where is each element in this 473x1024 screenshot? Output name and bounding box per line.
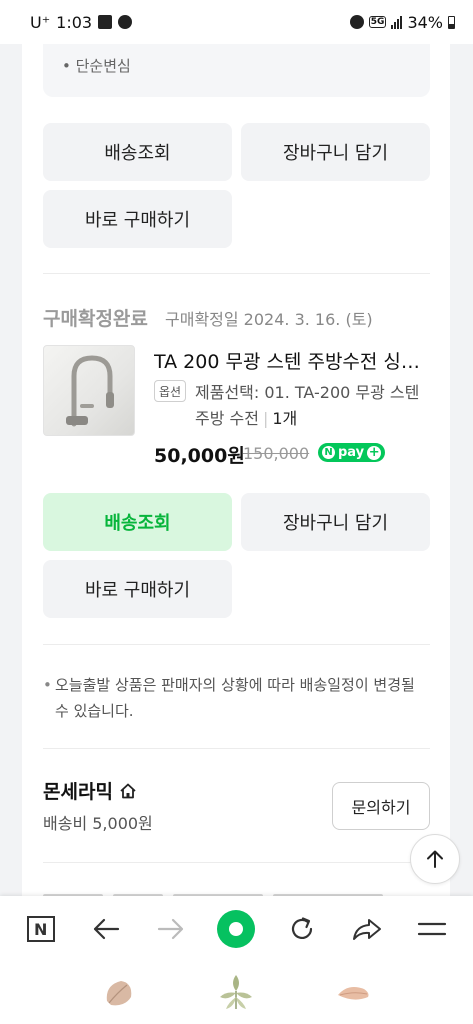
buy-now-button[interactable]: 바로 구매하기 [43, 190, 232, 248]
green-dot-icon [217, 910, 256, 948]
gallery-icon [98, 15, 113, 29]
plus-icon: + [367, 445, 382, 460]
reload-icon [291, 917, 312, 940]
divider [43, 644, 430, 645]
home-leaf-icon[interactable] [216, 973, 256, 1013]
menu-button[interactable] [407, 904, 457, 954]
chat-icon [118, 15, 133, 29]
original-price: 150,000 [243, 444, 310, 463]
shipping-notice: 오늘출발 상품은 판매자의 상황에 따라 배송일정이 변경될 수 있습니다. [43, 672, 433, 724]
divider [43, 273, 430, 274]
browser-toolbar: N [0, 896, 473, 962]
track-delivery-button[interactable]: 배송조회 [43, 123, 232, 181]
faucet-image [66, 355, 114, 427]
menu-icon [418, 922, 447, 936]
buy-now-button[interactable]: 바로 구매하기 [43, 560, 232, 618]
reason-bullet: • 단순변심 [62, 57, 131, 75]
product-title[interactable]: TA 200 무광 스텐 주방수전 싱크대 [154, 347, 434, 374]
option-tag: 옵션 [154, 380, 186, 402]
arrow-left-icon [93, 918, 120, 940]
order-confirm-date: 구매확정일 2024. 3. 16. (토) [165, 310, 373, 329]
naver-home-button[interactable]: N [16, 904, 66, 954]
battery-percent: 34% [407, 12, 443, 32]
recent-apps-leaf-icon[interactable] [99, 973, 139, 1013]
npay-plus-badge: Npay + [318, 443, 386, 462]
clock: 1:03 [56, 12, 93, 32]
back-button[interactable] [81, 904, 131, 954]
forward-button[interactable] [146, 904, 196, 954]
product-thumbnail[interactable] [43, 345, 135, 436]
add-to-cart-button[interactable]: 장바구니 담기 [241, 493, 430, 551]
battery-icon [448, 15, 455, 29]
green-dot-button[interactable] [211, 904, 261, 954]
naver-n-icon: N [26, 916, 55, 942]
system-navigation-bar [0, 962, 473, 1024]
store-name[interactable]: 몬세라믹 [43, 777, 137, 804]
alarm-icon [349, 15, 364, 29]
arrow-up-icon [427, 850, 443, 868]
network-badge: 5G [368, 16, 387, 28]
share-icon [353, 919, 382, 940]
shipping-fee: 배송비 5,000원 [43, 814, 153, 833]
order-status: 구매확정완료 [43, 308, 148, 330]
carrier-label: U⁺ [30, 12, 51, 32]
track-delivery-button[interactable]: 배송조회 [43, 493, 232, 551]
status-bar: U⁺ 1:03 5G 34% [0, 0, 473, 44]
divider [43, 862, 430, 863]
cut-off-row [43, 887, 403, 902]
inquiry-button[interactable]: 문의하기 [332, 782, 430, 830]
add-to-cart-button[interactable]: 장바구니 담기 [241, 123, 430, 181]
scroll-to-top-button[interactable] [410, 834, 460, 884]
price: 50,000원 [154, 445, 245, 467]
share-button[interactable] [342, 904, 392, 954]
naver-n-icon: N [322, 446, 335, 459]
signal-icon [391, 15, 403, 29]
quantity: 1개 [272, 409, 298, 428]
arrow-right-icon [158, 918, 184, 940]
divider [43, 748, 430, 749]
reload-button[interactable] [277, 904, 327, 954]
back-leaf-icon[interactable] [334, 973, 374, 1013]
home-icon [120, 783, 136, 798]
option-description: 제품선택: 01. TA-200 무광 스텐 주방 수전 | 1개 [195, 383, 420, 428]
